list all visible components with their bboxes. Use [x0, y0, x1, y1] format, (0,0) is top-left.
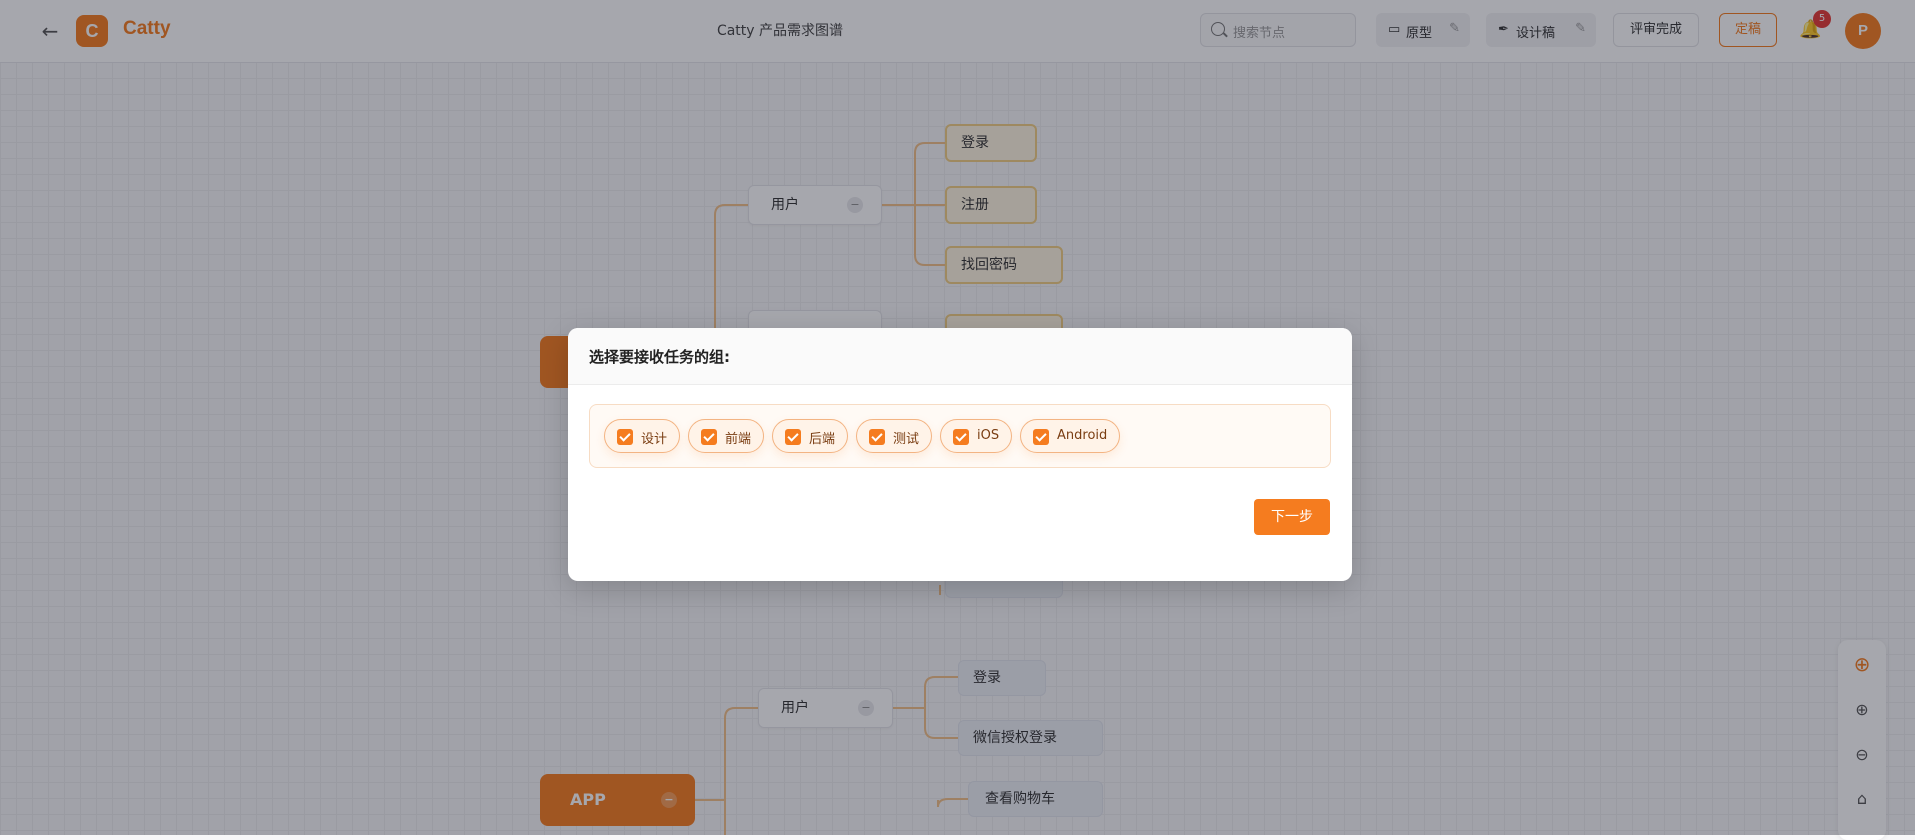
group-checkbox-backend[interactable]: 后端	[772, 419, 848, 453]
checkbox-label: 设计	[641, 432, 668, 447]
group-options: 设计 前端 后端 测试 iOS Android	[589, 404, 1331, 468]
group-checkbox-design[interactable]: 设计	[604, 419, 680, 453]
checkbox-checked-icon	[953, 429, 969, 445]
group-checkbox-frontend[interactable]: 前端	[688, 419, 764, 453]
checkbox-checked-icon	[1033, 429, 1049, 445]
group-checkbox-testing[interactable]: 测试	[856, 419, 932, 453]
checkbox-label: iOS	[977, 428, 1000, 443]
dialog-title: 选择要接收任务的组:	[589, 348, 730, 366]
dialog-header: 选择要接收任务的组:	[568, 328, 1352, 385]
checkbox-checked-icon	[785, 429, 801, 445]
checkbox-label: 后端	[809, 432, 836, 447]
checkbox-checked-icon	[617, 429, 633, 445]
checkbox-label: 前端	[725, 432, 752, 447]
group-checkbox-android[interactable]: Android	[1020, 419, 1120, 453]
checkbox-label: 测试	[893, 432, 920, 447]
select-groups-dialog: 选择要接收任务的组: 设计 前端 后端 测试 iOS Android 下一步	[568, 328, 1352, 581]
group-checkbox-ios[interactable]: iOS	[940, 419, 1012, 453]
checkbox-checked-icon	[869, 429, 885, 445]
checkbox-checked-icon	[701, 429, 717, 445]
checkbox-label: Android	[1057, 428, 1108, 443]
next-step-button[interactable]: 下一步	[1254, 499, 1330, 535]
